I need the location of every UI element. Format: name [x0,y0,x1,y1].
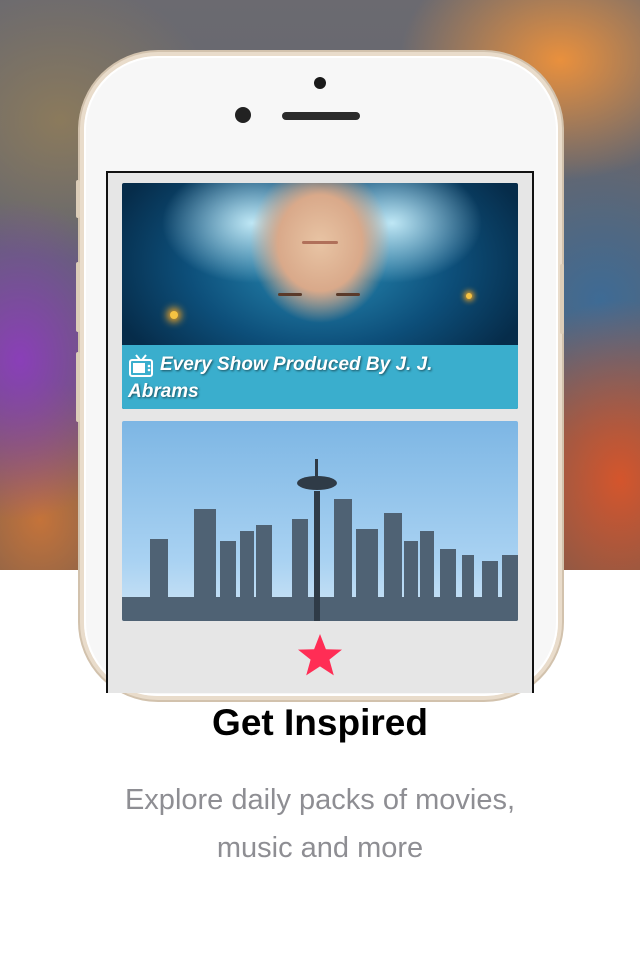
phone-mockup: Every Show Produced By J. J. Abrams [76,56,564,696]
proximity-sensor [314,77,326,89]
skyline-image [122,421,518,621]
star-icon [298,634,342,676]
card-caption-text: Every Show Produced By J. J. Abrams [128,354,433,402]
mute-switch [76,180,80,218]
volume-up-button [76,262,80,332]
content-card-skyline[interactable] [122,421,518,621]
earpiece-speaker [282,112,360,120]
feature-title: Get Inspired [212,702,428,743]
phone-screen: Every Show Produced By J. J. Abrams [106,171,534,693]
volume-down-button [76,352,80,422]
feature-subtitle: Explore daily packs of movies, music and… [124,784,516,864]
power-button [560,264,564,334]
card-caption-bar: Every Show Produced By J. J. Abrams [122,345,518,409]
city-skyline-graphic [122,459,518,621]
front-camera-icon [235,107,251,123]
content-card-abrams[interactable]: Every Show Produced By J. J. Abrams [122,183,518,409]
